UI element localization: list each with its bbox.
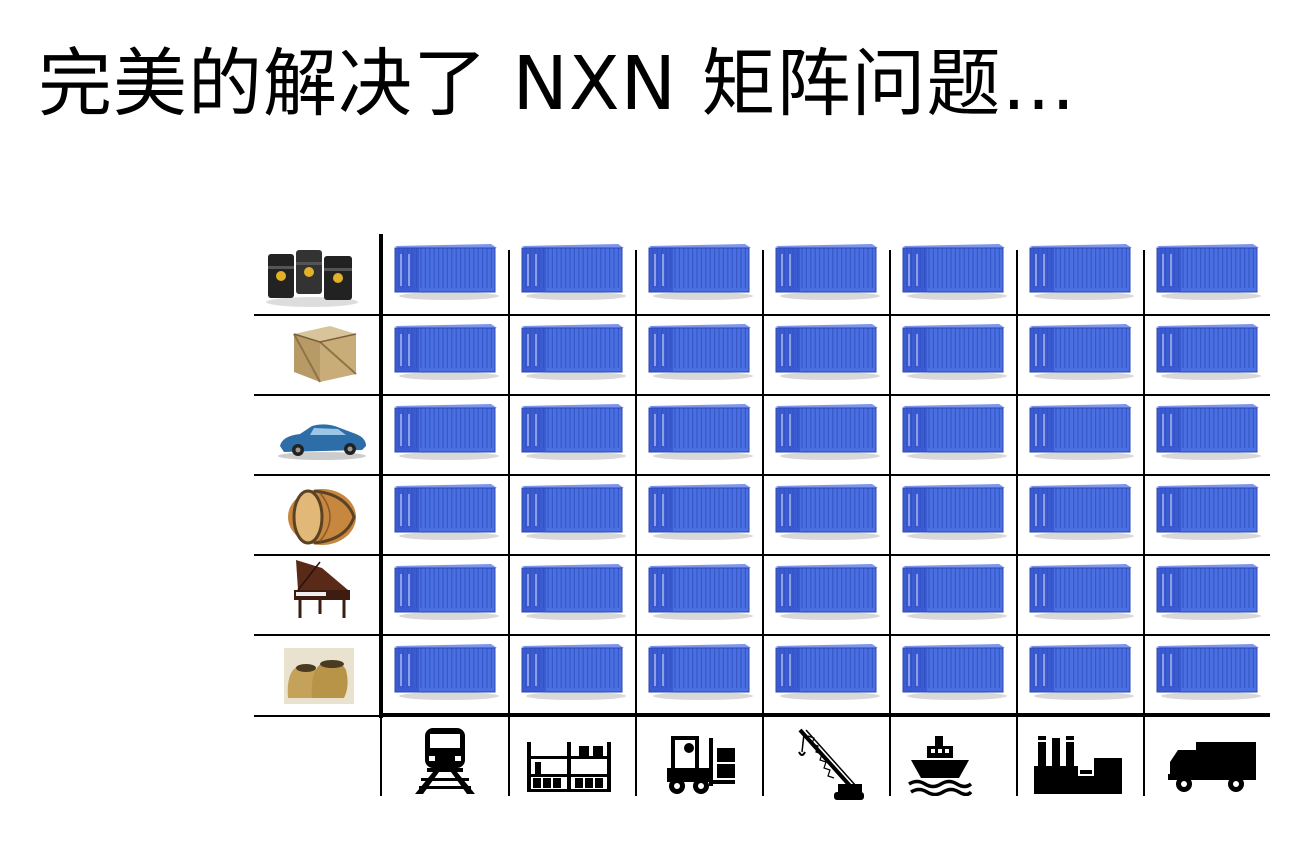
crane-icon bbox=[794, 726, 864, 802]
shipping-container-icon bbox=[1153, 480, 1263, 542]
oil-barrels-icon bbox=[262, 242, 362, 308]
shipping-container-icon bbox=[391, 240, 501, 302]
shipping-container-icon bbox=[645, 240, 755, 302]
sports-car-icon bbox=[274, 412, 370, 462]
matrix-horizontal-axis bbox=[381, 713, 1270, 717]
matrix-column-divider bbox=[508, 250, 510, 796]
shipping-container-icon bbox=[899, 640, 1009, 702]
shipping-container-icon bbox=[645, 640, 755, 702]
shipping-container-icon bbox=[1026, 240, 1136, 302]
wooden-barrel-icon bbox=[284, 484, 360, 550]
shipping-container-icon bbox=[1153, 560, 1263, 622]
shipping-container-icon bbox=[1153, 400, 1263, 462]
train-icon bbox=[413, 726, 477, 796]
shipping-container-icon bbox=[899, 400, 1009, 462]
shipping-container-icon bbox=[645, 400, 755, 462]
grain-sacks-icon bbox=[284, 648, 354, 704]
shipping-container-icon bbox=[772, 480, 882, 542]
wooden-crate-icon bbox=[284, 320, 364, 386]
shipping-container-icon bbox=[518, 320, 628, 382]
shipping-container-icon bbox=[772, 320, 882, 382]
matrix-column-divider bbox=[889, 250, 891, 796]
grand-piano-icon bbox=[286, 556, 356, 622]
shipping-container-icon bbox=[772, 560, 882, 622]
shipping-container-icon bbox=[1153, 640, 1263, 702]
shipping-container-icon bbox=[899, 240, 1009, 302]
shipping-container-icon bbox=[772, 400, 882, 462]
matrix-column-divider bbox=[635, 250, 637, 796]
matrix-vertical-axis bbox=[379, 234, 383, 718]
shipping-container-icon bbox=[1153, 240, 1263, 302]
shipping-container-icon bbox=[391, 640, 501, 702]
matrix-column-divider bbox=[380, 716, 382, 796]
shipping-container-icon bbox=[772, 640, 882, 702]
shipping-container-icon bbox=[1026, 480, 1136, 542]
shipping-container-icon bbox=[1153, 320, 1263, 382]
shipping-container-icon bbox=[391, 560, 501, 622]
shipping-container-icon bbox=[518, 240, 628, 302]
shipping-container-icon bbox=[645, 320, 755, 382]
container-matrix bbox=[0, 0, 1308, 860]
shipping-container-icon bbox=[772, 240, 882, 302]
shipping-container-icon bbox=[518, 400, 628, 462]
ship-icon bbox=[907, 734, 973, 796]
matrix-column-divider bbox=[1143, 250, 1145, 796]
shipping-container-icon bbox=[1026, 640, 1136, 702]
shipping-container-icon bbox=[518, 640, 628, 702]
matrix-column-divider bbox=[1016, 250, 1018, 796]
shipping-container-icon bbox=[518, 480, 628, 542]
matrix-row-divider bbox=[254, 715, 382, 717]
matrix-column-divider bbox=[762, 250, 764, 796]
shipping-container-icon bbox=[899, 560, 1009, 622]
shipping-container-icon bbox=[391, 480, 501, 542]
shipping-container-icon bbox=[899, 320, 1009, 382]
shipping-container-icon bbox=[518, 560, 628, 622]
shipping-container-icon bbox=[1026, 400, 1136, 462]
shipping-container-icon bbox=[391, 320, 501, 382]
shipping-container-icon bbox=[645, 480, 755, 542]
shipping-container-icon bbox=[1026, 320, 1136, 382]
shipping-container-icon bbox=[1026, 560, 1136, 622]
factory-icon bbox=[1034, 732, 1124, 794]
shipping-container-icon bbox=[391, 400, 501, 462]
shipping-container-icon bbox=[899, 480, 1009, 542]
pallet-rack-icon bbox=[527, 738, 611, 794]
truck-icon bbox=[1166, 738, 1258, 794]
shipping-container-icon bbox=[645, 560, 755, 622]
forklift-icon bbox=[663, 734, 739, 796]
